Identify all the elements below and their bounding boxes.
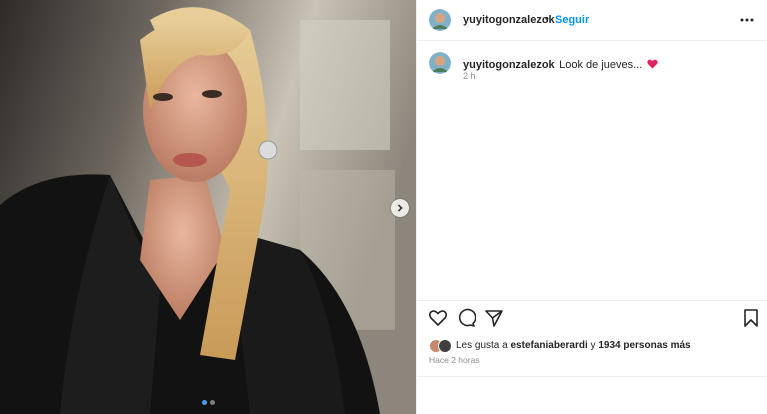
bookmark-icon[interactable]: [741, 308, 761, 328]
header-separator: •: [545, 13, 549, 25]
action-bar: [417, 308, 767, 330]
divider: [417, 376, 767, 377]
caption-line: yuyitogonzalezok Look de jueves...: [463, 55, 658, 73]
follow-button[interactable]: Seguir: [555, 14, 589, 26]
header-username[interactable]: yuyitogonzalezok: [463, 14, 555, 26]
carousel-dot: [210, 400, 215, 405]
post-timestamp[interactable]: Hace 2 horas: [429, 355, 480, 365]
caption-username[interactable]: yuyitogonzalezok: [463, 59, 555, 71]
carousel-dot-active: [202, 400, 207, 405]
likes-conj: y: [590, 340, 596, 351]
likes-text: Les gusta a estefaniaberardi y 1934 pers…: [456, 340, 691, 351]
next-photo-button[interactable]: [391, 199, 409, 217]
heart-emoji-icon: [647, 59, 658, 69]
liker-avatar[interactable]: [438, 339, 452, 353]
caption-time[interactable]: 2 h: [463, 71, 476, 81]
liker-username[interactable]: estefaniaberardi: [511, 340, 588, 351]
selfie-photo: [0, 0, 416, 414]
chevron-right-icon: [397, 204, 403, 212]
more-horizontal-icon[interactable]: [739, 12, 755, 28]
avatar[interactable]: [429, 9, 451, 31]
heart-icon[interactable]: [428, 308, 448, 328]
carousel-indicator: [202, 400, 215, 405]
comment-icon[interactable]: [456, 308, 476, 328]
post-header: yuyitogonzalezok • Seguir: [417, 0, 767, 41]
caption-avatar[interactable]: [429, 52, 451, 74]
likes-others-link[interactable]: 1934 personas más: [598, 340, 690, 351]
post-photo[interactable]: [0, 0, 416, 414]
caption-text: Look de jueves...: [559, 59, 643, 71]
divider: [417, 300, 767, 301]
likes-prefix: Les gusta a: [456, 340, 508, 351]
post-side-panel: yuyitogonzalezok • Seguir yuyitogonzalez…: [416, 0, 767, 414]
send-icon[interactable]: [484, 308, 504, 328]
